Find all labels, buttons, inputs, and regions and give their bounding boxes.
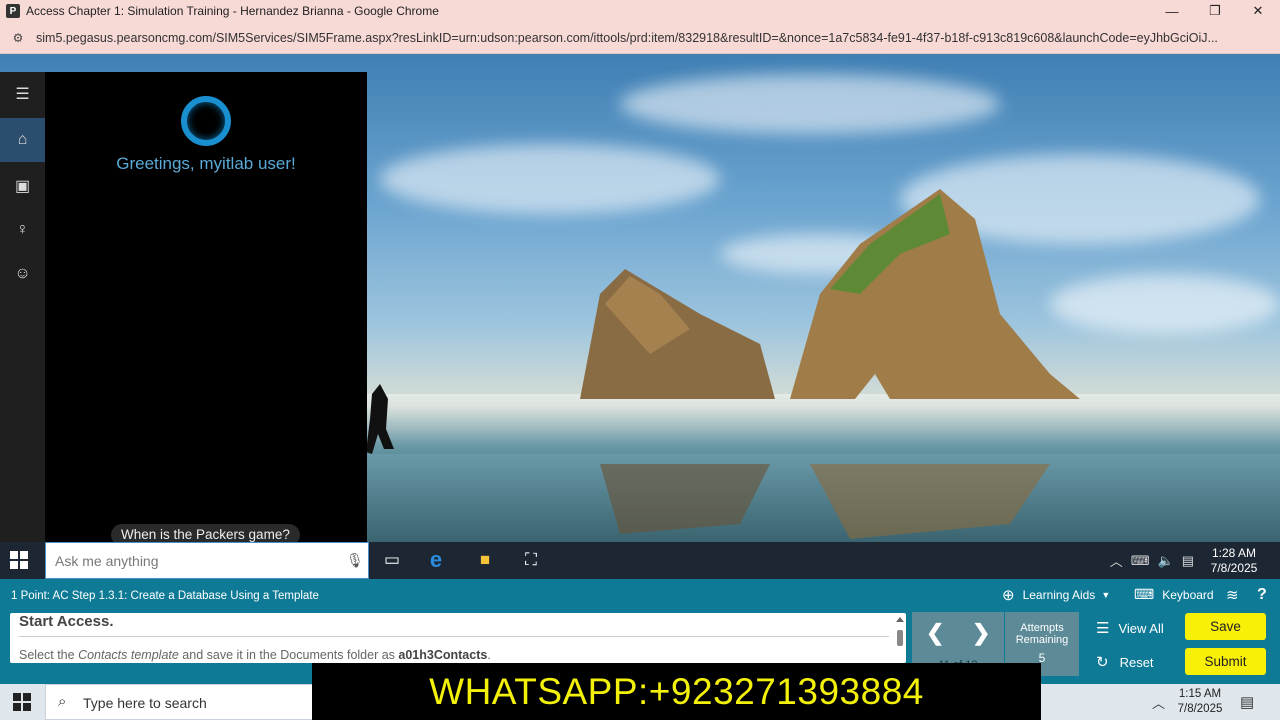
minimize-button[interactable]: —: [1152, 0, 1192, 22]
host-start-icon[interactable]: [13, 693, 31, 711]
network-icon[interactable]: ⌨: [1131, 553, 1150, 569]
keyboard-icon: ⌨: [1134, 586, 1155, 602]
task-scrollbar[interactable]: [896, 617, 904, 659]
cortana-panel: Greetings, myitlab user! When is the Pac…: [45, 72, 367, 546]
task-instructions: Start Access. Select the Contacts templa…: [10, 613, 906, 663]
keyboard-label: Keyboard: [1162, 587, 1214, 602]
submit-button[interactable]: Submit: [1185, 648, 1266, 675]
notebook-icon[interactable]: ▣: [0, 164, 45, 208]
store-icon[interactable]: ⛶: [519, 548, 543, 572]
previous-step-icon[interactable]: ❮: [926, 620, 944, 646]
view-all-button[interactable]: ☰ View All: [1096, 619, 1164, 637]
close-button[interactable]: ✕: [1238, 0, 1278, 22]
host-time: 1:15 AM: [1178, 688, 1222, 700]
keyboard-button[interactable]: ⌨ Keyboard: [1134, 586, 1214, 603]
edge-browser-icon[interactable]: e: [424, 547, 448, 572]
vm-date: 7/8/2025: [1210, 560, 1258, 575]
screen: P Access Chapter 1: Simulation Training …: [0, 0, 1280, 720]
restore-button[interactable]: ❐: [1195, 0, 1235, 22]
host-search-placeholder: Type here to search: [83, 695, 207, 711]
vm-time: 1:28 AM: [1211, 545, 1257, 560]
home-icon[interactable]: ⌂: [0, 118, 45, 162]
host-search-input[interactable]: ⌕ Type here to search: [45, 684, 313, 720]
site-settings-icon[interactable]: ⚙: [10, 30, 26, 46]
cortana-sidebar: ☰ ⌂ ▣ ♀ ☺: [0, 72, 45, 542]
vm-clock[interactable]: 1:28 AM 7/8/2025: [1202, 546, 1266, 576]
host-tray-chevron-icon[interactable]: ︿: [1152, 693, 1165, 712]
help-button[interactable]: ?: [1257, 586, 1267, 604]
cortana-greeting: Greetings, myitlab user!: [116, 154, 296, 173]
reset-label: Reset: [1119, 654, 1154, 670]
globe-icon: ⊕: [1002, 587, 1015, 604]
show-hidden-icons-icon[interactable]: ︿: [1110, 551, 1123, 570]
task-heading: Start Access.: [19, 613, 114, 630]
system-tray: ︿ ⌨ 🔈 ▤ 1:28 AM 7/8/2025: [1110, 542, 1280, 579]
address-bar[interactable]: ⚙ sim5.pegasus.pearsoncmg.com/SIM5Servic…: [0, 22, 1280, 54]
reset-icon: ↻: [1096, 654, 1109, 671]
reset-button[interactable]: ↻ Reset: [1096, 653, 1154, 671]
task-view-icon[interactable]: ▭: [380, 548, 404, 572]
chevron-down-icon: ▼: [1101, 590, 1111, 600]
next-step-icon[interactable]: ❯: [972, 620, 990, 646]
vm-taskbar: Ask me anything 🎙 ▭ e ■ ⛶ ︿ ⌨ 🔈 ▤ 1:28 A…: [0, 542, 1280, 579]
file-explorer-icon[interactable]: ■: [473, 548, 497, 572]
view-all-label: View All: [1118, 620, 1164, 636]
window-title: Access Chapter 1: Simulation Training - …: [26, 4, 439, 18]
feedback-icon[interactable]: ☺: [0, 252, 45, 296]
lightbulb-icon[interactable]: ♀: [0, 208, 45, 252]
host-date: 7/8/2025: [1177, 703, 1223, 715]
microphone-icon[interactable]: 🎙: [346, 552, 364, 570]
cortana-search-placeholder: Ask me anything: [55, 553, 159, 569]
start-windows-icon[interactable]: [10, 551, 28, 569]
learning-aids-menu[interactable]: ⊕ Learning Aids ▼: [1002, 586, 1110, 604]
learning-aids-label: Learning Aids: [1022, 588, 1096, 602]
host-notifications-icon[interactable]: ▤: [1240, 693, 1254, 711]
task-text: Select the Contacts template and save it…: [19, 648, 491, 662]
volume-icon[interactable]: 🔈: [1158, 553, 1174, 569]
cortana-search-input[interactable]: Ask me anything 🎙: [45, 542, 369, 579]
pearson-app-icon: P: [6, 4, 20, 18]
action-center-icon[interactable]: ▤: [1182, 553, 1194, 569]
hamburger-menu-icon[interactable]: ☰: [0, 72, 45, 116]
wifi-icon: ≋: [1226, 587, 1239, 604]
step-title: 1 Point: AC Step 1.3.1: Create a Databas…: [11, 590, 319, 602]
browser-title-bar: P Access Chapter 1: Simulation Training …: [0, 0, 1280, 22]
host-clock[interactable]: 1:15 AM 7/8/2025: [1172, 687, 1228, 717]
whatsapp-banner: WHATSAPP:+923271393884: [312, 663, 1041, 720]
cortana-ring-icon: [181, 96, 231, 146]
save-button[interactable]: Save: [1185, 613, 1266, 640]
url-text[interactable]: sim5.pegasus.pearsoncmg.com/SIM5Services…: [36, 31, 1276, 45]
search-icon: ⌕: [58, 693, 67, 710]
list-icon: ☰: [1096, 620, 1110, 637]
attempts-label: Attempts Remaining: [1015, 622, 1069, 646]
